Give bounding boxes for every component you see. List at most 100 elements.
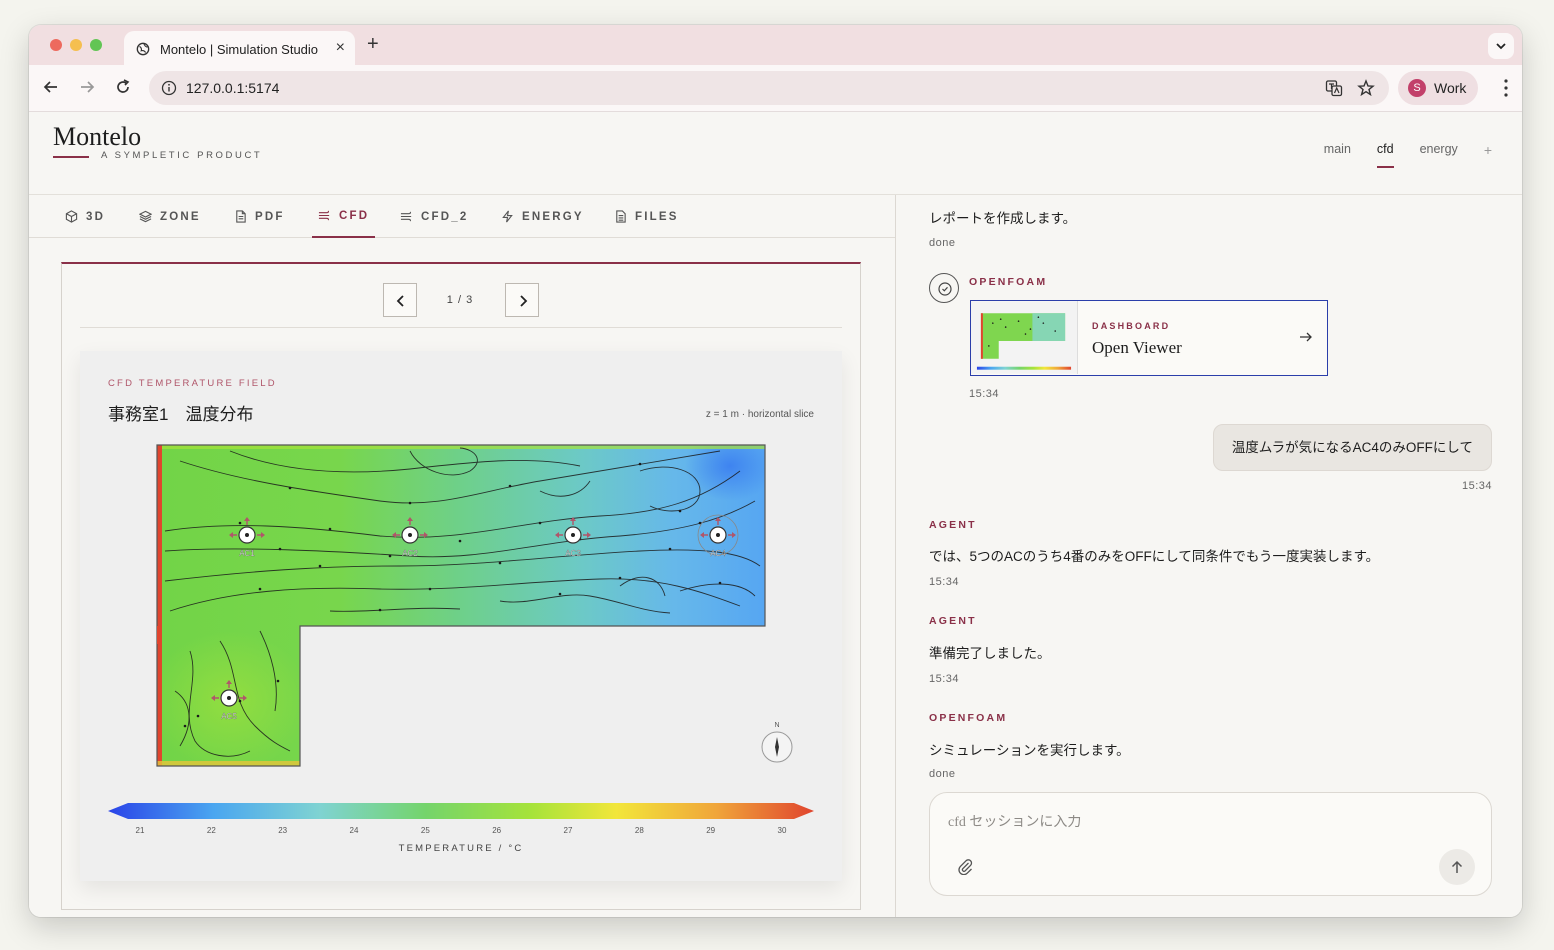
user-message: 温度ムラが気になるAC4のみOFFにして [1212,424,1492,471]
logo-subtitle: A SYMPLETIC PRODUCT [101,150,263,161]
message-text: レポートを作成します。 [929,211,1077,226]
tab-label: CFD [339,209,370,222]
colorbar-tick-label: 22 [207,826,216,835]
browser-toolbar: 127.0.0.1:5174 S Work [29,65,1522,112]
bolt-icon [502,210,513,223]
bookmark-star-icon[interactable] [1357,79,1375,97]
arrow-right-icon [1300,332,1312,342]
session-tabs: main cfd energy + [1324,142,1492,168]
message-role: OPENFOAM [929,712,1008,724]
colorbar-tick-label: 23 [278,826,287,835]
ac-label: AC1 [239,549,255,558]
forward-icon[interactable] [77,77,97,97]
chevron-left-icon [396,295,404,307]
temperature-heatmap[interactable]: AC1 AC2 AC3 AC4 AC5 N 21 22 23 24 25 26 … [80,351,842,881]
message-text: 準備完了しました。 [929,646,1051,661]
colorbar-tick-label: 29 [706,826,715,835]
profile-button[interactable]: S Work [1398,71,1478,105]
ac-label: AC2 [402,549,418,558]
colorbar-tick-label: 28 [635,826,644,835]
card-overline: DASHBOARD [1092,321,1171,331]
check-circle-icon [938,282,952,296]
browser-tabstrip: Montelo | Simulation Studio × + [29,25,1522,65]
chevron-right-icon [520,295,528,307]
layers-icon [139,210,152,223]
chevron-down-icon [1496,43,1506,50]
tab-label: CFD_2 [421,210,469,223]
message-time: 15:34 [929,673,960,685]
session-tab-main[interactable]: main [1324,142,1351,168]
cfd-result-card: CFD TEMPERATURE FIELD 事務室1 温度分布 z = 1 m … [80,351,842,881]
module-tabs: 3D ZONE PDF CFD CFD_2 ENERGY FILES [29,195,895,238]
add-session-button[interactable]: + [1484,142,1492,168]
session-tab-cfd[interactable]: cfd [1376,142,1394,168]
logo-underline [53,156,89,158]
url-text[interactable]: 127.0.0.1:5174 [186,80,279,96]
session-tab-energy[interactable]: energy [1420,142,1458,168]
tab-title: Montelo | Simulation Studio [160,42,319,57]
tab-3d[interactable]: 3D [65,195,105,238]
tab-label: 3D [86,210,106,223]
message-role: AGENT [929,615,977,627]
ac-label: AC3 [565,549,581,558]
more-vert-icon[interactable] [1504,78,1508,98]
compass-label: N [774,722,779,729]
chat-input[interactable] [948,815,1448,831]
send-button[interactable] [1439,849,1475,885]
logo: Montelo [53,122,142,151]
browser-tab[interactable]: Montelo | Simulation Studio × [124,31,355,65]
open-viewer-card[interactable]: DASHBOARD Open Viewer [970,300,1328,376]
globe-icon [136,42,150,56]
ac-label: AC5 [221,712,237,721]
app-root: Montelo A SYMPLETIC PRODUCT main cfd ene… [29,112,1522,917]
info-icon[interactable] [161,80,177,96]
tab-files[interactable]: FILES [614,195,679,238]
dashboard-thumbnail [971,301,1078,374]
message-role: AGENT [929,519,977,531]
viewer-pane: 3D ZONE PDF CFD CFD_2 ENERGY FILES 1 / 3… [29,195,895,917]
flow-icon [318,210,330,221]
tab-search-button[interactable] [1488,33,1514,59]
close-window-button[interactable] [50,39,62,51]
maximize-window-button[interactable] [90,39,102,51]
tab-close-icon[interactable]: × [336,39,345,57]
message-text: では、5つのACのうち4番のみをOFFにして同条件でもう一度実装します。 [929,549,1380,564]
tab-pdf[interactable]: PDF [234,195,285,238]
door-marker [157,626,160,644]
address-bar[interactable]: 127.0.0.1:5174 [149,71,1389,105]
prev-page-button[interactable] [383,283,417,317]
tab-label: ENERGY [522,210,584,223]
message-text: シミュレーションを実行します。 [929,743,1130,758]
colorbar-tick-label: 25 [421,826,430,835]
message-status: done [929,237,956,249]
browser-window: Montelo | Simulation Studio × + 127.0.0.… [29,25,1522,917]
heatmap-field [157,445,765,766]
tab-energy[interactable]: ENERGY [501,195,584,238]
colorbar: 21 22 23 24 25 26 27 28 29 30 TEMPERATURE / °C [108,803,814,854]
tool-status-icon [929,273,959,303]
translate-icon[interactable] [1325,79,1343,97]
tab-label: FILES [635,210,679,223]
new-tab-button[interactable]: + [367,34,379,54]
tab-label: PDF [255,210,285,223]
message-status: done [929,768,956,780]
message-role: OPENFOAM [969,276,1048,288]
minimize-window-button[interactable] [70,39,82,51]
message-time: 15:34 [969,388,1000,400]
tab-zone[interactable]: ZONE [139,195,201,238]
ac-label: AC4 [710,549,726,558]
tab-cfd[interactable]: CFD [312,195,376,238]
compass-icon: N [761,722,793,763]
next-page-button[interactable] [505,283,539,317]
message-time: 15:34 [929,576,960,588]
colorbar-tick-label: 30 [778,826,787,835]
flow-icon [400,211,412,222]
paperclip-icon[interactable] [956,857,974,875]
reload-icon[interactable] [113,77,133,97]
tab-cfd-2[interactable]: CFD_2 [400,195,468,238]
colorbar-tick-label: 27 [564,826,573,835]
report-viewer: 1 / 3 CFD TEMPERATURE FIELD 事務室1 温度分布 z … [61,262,861,910]
document-icon [236,210,246,223]
colorbar-title: TEMPERATURE / °C [399,843,524,854]
back-icon[interactable] [41,77,61,97]
